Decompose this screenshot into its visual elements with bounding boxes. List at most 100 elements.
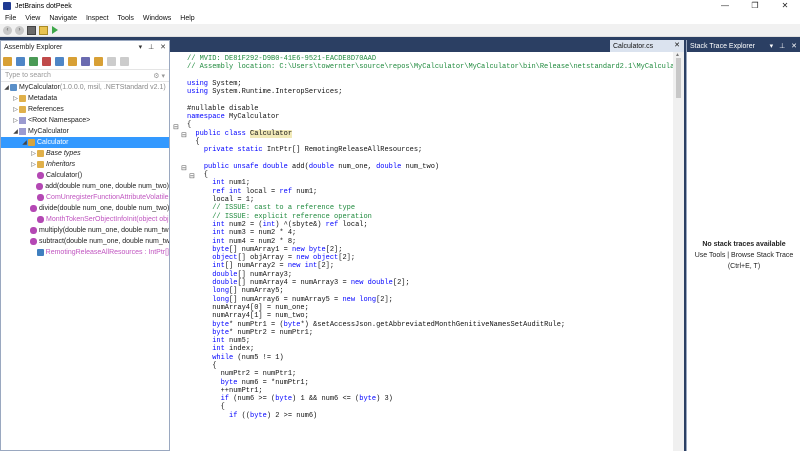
tree-item-label: Calculator() (46, 172, 83, 179)
fold-marker[interactable]: ⊟ (181, 164, 187, 173)
window-controls: — ❐ ✕ (710, 0, 800, 12)
filter-icon[interactable] (107, 56, 116, 66)
tree-item-label: Calculator (37, 139, 69, 146)
tree-item[interactable]: ▷ Inheritors (1, 159, 169, 170)
open-icon[interactable] (3, 56, 12, 66)
pin-icon[interactable]: ⊥ (148, 44, 154, 51)
open-from-gac-icon[interactable] (16, 56, 25, 66)
menu-tools[interactable]: Tools (118, 15, 134, 22)
menu-help[interactable]: Help (180, 15, 194, 22)
minimize-button[interactable]: — (710, 0, 740, 12)
ns-icon (19, 128, 26, 135)
tree-item[interactable]: divide(double num_one, double num_two) (1, 203, 169, 214)
tree-item-label: RemotingReleaseAllResources : IntPtr[] (45, 249, 169, 256)
tree-item[interactable]: ▷ Base types (1, 148, 169, 159)
tab-calculator-cs[interactable]: Calculator.cs ✕ (610, 40, 684, 52)
fld-icon (36, 249, 44, 256)
tree-item[interactable]: ComUnregisterFunctionAttributeVolatile (1, 192, 169, 203)
panel-close-icon[interactable]: ✕ (791, 43, 797, 50)
editor-tab-bar: Calculator.cs ✕ (170, 40, 684, 52)
tree-item-label: MyCalculator (19, 84, 60, 91)
assembly-search-field[interactable]: Type to search ⚙ ▾ (1, 70, 169, 82)
sync-icon[interactable] (55, 56, 64, 66)
folder-icon[interactable] (39, 25, 48, 35)
tree-item[interactable]: RemotingReleaseAllResources : IntPtr[] (1, 247, 169, 258)
forward-icon[interactable]: › (15, 25, 24, 35)
tree-item-label: add(double num_one, double num_two) (45, 183, 169, 190)
expand-arrow-icon[interactable]: ▷ (12, 117, 19, 124)
options-icon[interactable] (120, 56, 129, 66)
tree-item-label: Inheritors (46, 161, 76, 168)
tree-item[interactable]: ▷ <Root Namespace> (1, 115, 169, 126)
tree-item[interactable]: subtract(double num_one, double num_two) (1, 236, 169, 247)
tree-item[interactable]: ▷ Metadata (1, 93, 169, 104)
tab-close-icon[interactable]: ✕ (674, 41, 680, 49)
dotpeek-logo-icon (3, 2, 11, 10)
fold-marker[interactable]: ⊟ (173, 123, 179, 132)
stack-trace-explorer-panel: Stack Trace Explorer ▾ ⊥ ✕ No stack trac… (686, 40, 800, 451)
mth-icon (37, 216, 44, 223)
tree-item-label: ComUnregisterFunctionAttributeVolatile (46, 194, 169, 201)
mth-icon (30, 227, 37, 234)
panel-close-icon[interactable]: ✕ (160, 44, 166, 51)
vertical-scrollbar[interactable]: ▲ (673, 52, 684, 451)
tree-item-label: divide(double num_one, double num_two) (39, 205, 169, 212)
tree-item[interactable]: ◢ MyCalculator (1.0.0.0, msil, .NETStanda… (1, 82, 169, 93)
tree-item[interactable]: ◢ MyCalculator (1, 126, 169, 137)
menu-windows[interactable]: Windows (143, 15, 171, 22)
open-nuget-icon[interactable] (29, 56, 38, 66)
assembly-explorer-panel: Assembly Explorer ▾ ⊥ ✕ Type to search ⚙… (0, 40, 170, 451)
menu-inspect[interactable]: Inspect (86, 15, 109, 22)
back-icon[interactable]: ‹ (3, 25, 12, 35)
menu-view[interactable]: View (25, 15, 40, 22)
expand-arrow-icon[interactable]: ▷ (12, 106, 19, 113)
mth-icon (37, 172, 44, 179)
empty-state-hint[interactable]: Use Tools | Browse Stack Trace (687, 250, 800, 261)
expand-arrow-icon[interactable]: ▷ (30, 161, 37, 168)
assembly-explorer-title: Assembly Explorer (4, 43, 63, 51)
window-title: JetBrains dotPeek (15, 2, 72, 10)
settings-icon[interactable] (81, 56, 90, 66)
empty-state-shortcut: (Ctrl+E, T) (727, 263, 761, 270)
maximize-button[interactable]: ❐ (740, 0, 770, 12)
workspace: Assembly Explorer ▾ ⊥ ✕ Type to search ⚙… (0, 37, 800, 451)
collapse-all-icon[interactable] (94, 56, 103, 66)
tree-item[interactable]: Calculator() (1, 170, 169, 181)
menu-file[interactable]: File (5, 15, 16, 22)
expand-arrow-icon[interactable]: ▷ (30, 150, 37, 157)
search-input[interactable]: Type to search (5, 72, 51, 79)
search-options-icon[interactable]: ⚙ ▾ (153, 72, 165, 80)
assembly-explorer-header: Assembly Explorer ▾ ⊥ ✕ (1, 41, 169, 53)
panel-menu-icon[interactable]: ▾ (139, 44, 143, 51)
menu-bar: File View Navigate Inspect Tools Windows… (0, 12, 800, 24)
stack-trace-title: Stack Trace Explorer (690, 42, 755, 50)
pin-icon[interactable]: ⊥ (779, 43, 785, 50)
tree-item[interactable]: ◢ Calculator (1, 137, 169, 148)
code-editor[interactable]: ⊟ ⊟ ⊟ ⊟ // MVID: DE81F292-D9B0-41E6-9521… (170, 52, 684, 451)
menu-navigate[interactable]: Navigate (49, 15, 77, 22)
tree-item[interactable]: MonthTokenSerObjectInfoInit(object obj (1, 214, 169, 225)
run-icon[interactable] (52, 26, 58, 34)
close-button[interactable]: ✕ (770, 0, 800, 12)
tree-item[interactable]: ▷ References (1, 104, 169, 115)
expand-arrow-icon[interactable]: ▷ (12, 95, 19, 102)
tree-item[interactable]: multiply(double num_one, double num_two) (1, 225, 169, 236)
panel-menu-icon[interactable]: ▾ (770, 43, 774, 50)
tree-item-label: Base types (46, 150, 81, 157)
empty-state-message: No stack traces available Use Tools | Br… (687, 239, 800, 272)
scrollbar-thumb[interactable] (676, 58, 681, 98)
fold-marker[interactable]: ⊟ (181, 131, 187, 140)
expand-arrow-icon[interactable]: ◢ (12, 128, 19, 135)
export-icon[interactable] (68, 56, 77, 66)
expand-arrow-icon[interactable]: ◢ (21, 139, 28, 146)
source-code[interactable]: // MVID: DE81F292-D9B0-41E6-9521-EACDE8D… (187, 55, 684, 420)
tree-item[interactable]: add(double num_one, double num_two) (1, 181, 169, 192)
cls-icon (28, 139, 35, 146)
asm-icon (10, 84, 17, 91)
remove-icon[interactable] (42, 56, 51, 66)
tree-item-label: <Root Namespace> (28, 117, 91, 124)
expand-arrow-icon[interactable]: ◢ (3, 84, 10, 91)
stack-trace-header: Stack Trace Explorer ▾ ⊥ ✕ (687, 40, 800, 52)
tree-item-label: multiply(double num_one, double num_two) (39, 227, 169, 234)
open-assembly-icon[interactable] (27, 25, 36, 35)
